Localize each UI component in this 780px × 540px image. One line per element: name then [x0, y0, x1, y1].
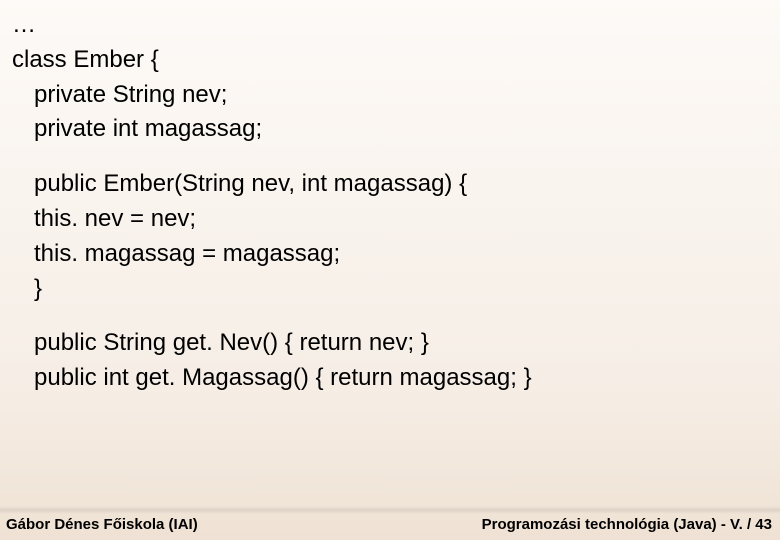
blank-line — [12, 306, 768, 326]
blank-line — [12, 147, 768, 167]
code-line: public Ember(String nev, int magassag) { — [12, 167, 768, 202]
code-line: private int magassag; — [12, 112, 768, 147]
code-line: … — [12, 8, 768, 43]
code-line: public String get. Nev() { return nev; } — [12, 326, 768, 361]
footer-left: Gábor Dénes Főiskola (IAI) — [6, 516, 198, 533]
footer-right: Programozási technológia (Java) - V. / 4… — [482, 516, 772, 533]
code-line: class Ember { — [12, 43, 768, 78]
code-line: this. nev = nev; — [12, 202, 768, 237]
code-line: private String nev; — [12, 78, 768, 113]
code-block: … class Ember { private String nev; priv… — [0, 0, 780, 396]
code-line: } — [12, 272, 768, 307]
code-line: public int get. Magassag() { return maga… — [12, 361, 768, 396]
slide-footer: Gábor Dénes Főiskola (IAI) Programozási … — [0, 512, 780, 540]
code-line: this. magassag = magassag; — [12, 237, 768, 272]
